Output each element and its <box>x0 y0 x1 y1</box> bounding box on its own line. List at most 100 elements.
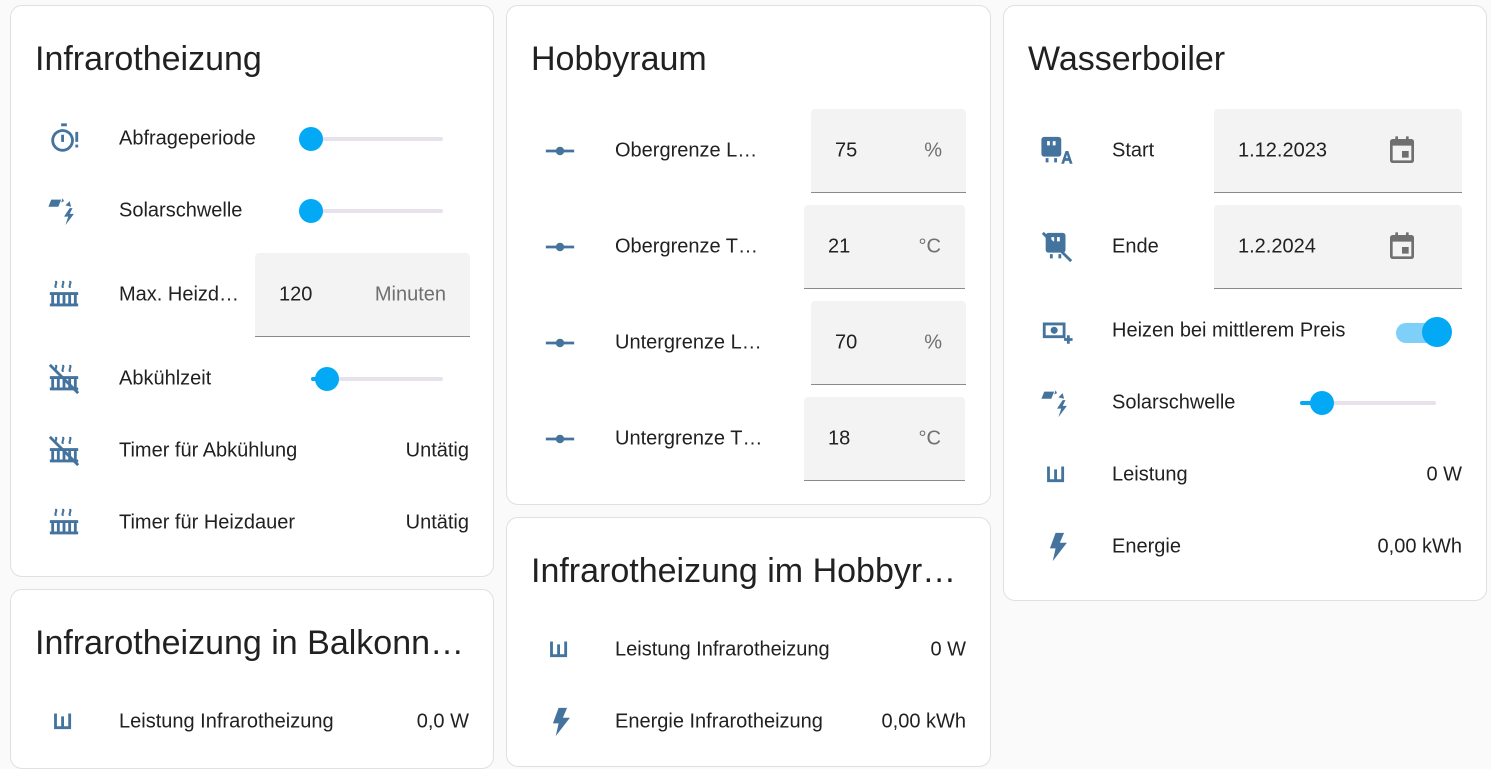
toggle-thumb[interactable] <box>1422 317 1452 347</box>
card-title: Wasserboiler <box>1028 40 1226 78</box>
input-value: 1.2.2024 <box>1238 235 1316 257</box>
water-boiler-auto-icon <box>1040 134 1074 168</box>
entity-row-solarschwelle[interactable]: Solarschwelle <box>11 175 493 247</box>
cash-plus-icon <box>1040 314 1074 348</box>
entity-row-abkuehlzeit[interactable]: Abkühlzeit <box>11 343 493 415</box>
entity-label: Timer für Heizdauer <box>119 511 295 534</box>
hobbyraum-card: Hobbyraum Obergrenze L… 75 % Obergrenze … <box>506 5 991 505</box>
input-value: 120 <box>279 283 313 305</box>
entity-row-energie[interactable]: Energie 0,00 kWh <box>1004 511 1486 583</box>
entity-row-heizen-mittlerer-preis[interactable]: Heizen bei mittlerem Preis <box>1004 295 1486 367</box>
power-w-icon <box>543 633 577 667</box>
calendar-icon[interactable] <box>1386 135 1418 167</box>
obergrenze-l-input[interactable]: 75 % <box>811 109 966 193</box>
slider-knob[interactable] <box>314 367 339 391</box>
ray-vertex-icon <box>543 134 577 168</box>
card-title: Infrarotheizung im Hobbyr… <box>531 552 957 590</box>
wasserboiler-card: Wasserboiler Start 1.12.2023 Ende 1.2.20… <box>1003 5 1487 601</box>
slider-knob[interactable] <box>299 127 323 151</box>
card-title: Infrarotheizung <box>35 40 262 78</box>
max-heizdauer-input[interactable]: 120 Minuten <box>255 253 470 337</box>
ende-date-input[interactable]: 1.2.2024 <box>1214 205 1462 289</box>
solar-power-icon <box>1040 386 1074 420</box>
ray-vertex-icon <box>543 326 577 360</box>
entity-label: Leistung <box>1112 463 1188 486</box>
entity-label: Energie Infrarotheizung <box>615 710 823 733</box>
entity-row-solarschwelle[interactable]: Solarschwelle <box>1004 367 1486 439</box>
calendar-icon[interactable] <box>1386 231 1418 263</box>
flash-icon <box>543 705 577 739</box>
entity-label: Obergrenze L… <box>615 139 758 162</box>
slider-knob[interactable] <box>1309 391 1334 415</box>
entity-row-timer-abkuehlung[interactable]: Timer für Abkühlung Untätig <box>11 415 493 487</box>
card-title: Hobbyraum <box>531 40 707 78</box>
hobby-infra-card: Infrarotheizung im Hobbyr… Leistung Infr… <box>506 517 991 767</box>
entity-label: Start <box>1112 139 1155 162</box>
entity-row-ende[interactable]: Ende 1.2.2024 <box>1004 205 1486 289</box>
start-date-input[interactable]: 1.12.2023 <box>1214 109 1462 193</box>
entity-label: Max. Heizd… <box>119 283 240 306</box>
input-unit: °C <box>918 235 941 257</box>
entity-row-untergrenze-t[interactable]: Untergrenze T… 18 °C <box>507 397 990 481</box>
input-value: 18 <box>828 427 851 449</box>
entity-label: Obergrenze T… <box>615 235 759 258</box>
untergrenze-l-input[interactable]: 70 % <box>811 301 966 385</box>
entity-label: Leistung Infrarotheizung <box>615 638 830 661</box>
entity-row-obergrenze-t[interactable]: Obergrenze T… 21 °C <box>507 205 990 289</box>
ray-vertex-icon <box>543 230 577 264</box>
power-w-icon <box>47 705 81 739</box>
entity-label: Solarschwelle <box>1112 391 1236 414</box>
entity-state: 0,0 W <box>416 710 469 733</box>
entity-label: Ende <box>1112 235 1159 258</box>
entity-state: Untätig <box>405 511 469 534</box>
entity-row-obergrenze-l[interactable]: Obergrenze L… 75 % <box>507 109 990 193</box>
untergrenze-t-input[interactable]: 18 °C <box>804 397 965 481</box>
input-unit: °C <box>918 427 941 449</box>
entity-row-timer-heizdauer[interactable]: Timer für Heizdauer Untätig <box>11 487 493 559</box>
card-title: Infrarotheizung in Balkonn… <box>35 624 465 662</box>
entity-label: Abfrageperiode <box>119 127 256 150</box>
abkuehlzeit-slider[interactable] <box>311 367 443 391</box>
entity-row-leistung[interactable]: Leistung 0 W <box>1004 439 1486 511</box>
entity-row-abfrageperiode[interactable]: Abfrageperiode <box>11 103 493 175</box>
entity-label: Heizen bei mittlerem Preis <box>1112 319 1346 342</box>
entity-row-energie[interactable]: Energie Infrarotheizung 0,00 kWh <box>507 686 990 758</box>
entity-row-leistung[interactable]: Leistung Infrarotheizung 0,0 W <box>11 686 493 758</box>
radiator-off-icon <box>47 362 81 396</box>
flash-icon <box>1040 530 1074 564</box>
timer-alert-icon <box>47 122 81 156</box>
input-unit: % <box>924 331 942 353</box>
entity-state: 0 W <box>1426 463 1462 486</box>
entity-row-untergrenze-l[interactable]: Untergrenze L… 70 % <box>507 301 990 385</box>
abfrageperiode-slider[interactable] <box>299 127 443 151</box>
entity-state: Untätig <box>405 439 469 462</box>
infrarotheizung-card: Infrarotheizung Abfrageperiode Solarschw… <box>10 5 494 577</box>
entity-label: Timer für Abkühlung <box>119 439 298 462</box>
entity-label: Untergrenze T… <box>615 427 763 450</box>
input-value: 1.12.2023 <box>1238 139 1327 161</box>
solarschwelle-slider[interactable] <box>1300 391 1436 415</box>
slider-knob[interactable] <box>299 199 323 223</box>
entity-label: Energie <box>1112 535 1181 558</box>
entity-row-leistung[interactable]: Leistung Infrarotheizung 0 W <box>507 614 990 686</box>
solarschwelle-slider[interactable] <box>299 199 443 223</box>
power-w-icon <box>1040 458 1074 492</box>
input-value: 70 <box>835 331 858 353</box>
entity-label: Abkühlzeit <box>119 367 212 390</box>
obergrenze-t-input[interactable]: 21 °C <box>804 205 965 289</box>
entity-label: Untergrenze L… <box>615 331 762 354</box>
entity-state: 0,00 kWh <box>1377 535 1462 558</box>
input-value: 75 <box>835 139 858 161</box>
entity-label: Solarschwelle <box>119 199 243 222</box>
solar-power-icon <box>47 194 81 228</box>
input-unit: % <box>924 139 942 161</box>
radiator-icon <box>47 278 81 312</box>
ray-vertex-icon <box>543 422 577 456</box>
entity-label: Leistung Infrarotheizung <box>119 710 334 733</box>
entity-row-start[interactable]: Start 1.12.2023 <box>1004 109 1486 193</box>
input-value: 21 <box>828 235 851 257</box>
water-boiler-off-icon <box>1040 230 1074 264</box>
entity-row-max-heizdauer[interactable]: Max. Heizd… 120 Minuten <box>11 253 493 337</box>
input-unit: Minuten <box>374 283 446 305</box>
heizen-toggle[interactable] <box>1396 317 1452 347</box>
